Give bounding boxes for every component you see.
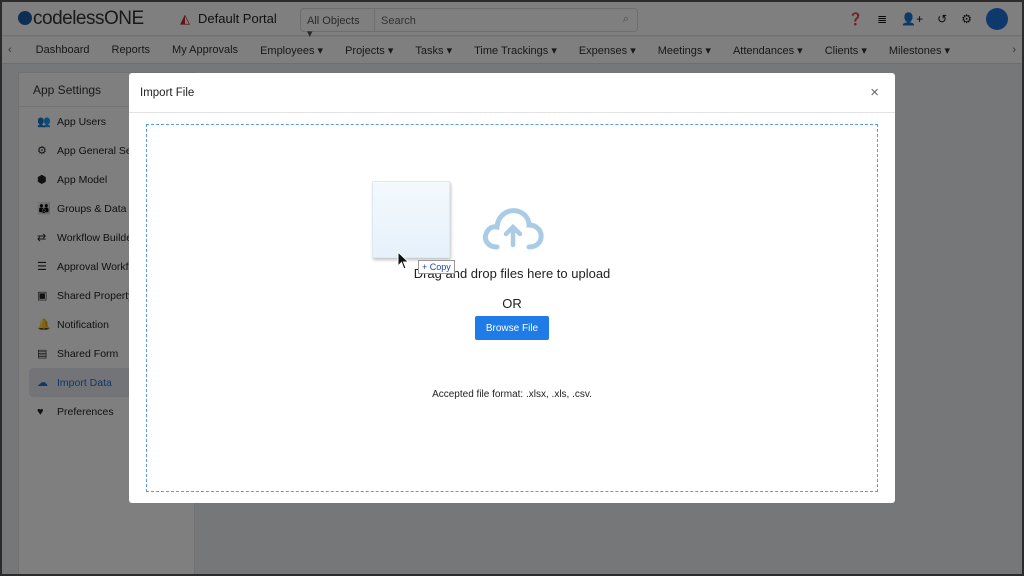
- drag-copy-badge: + Copy: [418, 260, 455, 274]
- cursor-arrow-icon: [397, 251, 410, 270]
- or-separator: OR: [502, 296, 522, 311]
- modal-header: Import File ×: [129, 73, 895, 113]
- close-icon[interactable]: ×: [870, 84, 879, 101]
- accepted-formats: Accepted file format: .xlsx, .xls, .csv.: [432, 389, 592, 400]
- app-window: codelessONE ◭Default Portal All Objects …: [2, 2, 1022, 574]
- import-file-modal: Import File × Drag and drop files here to…: [129, 73, 895, 503]
- cloud-upload-icon: [482, 208, 544, 250]
- drop-instructions: Drag and drop files here to upload: [413, 266, 611, 281]
- dragged-file-preview: [372, 181, 450, 258]
- drop-zone[interactable]: Drag and drop files here to upload OR Br…: [146, 124, 878, 492]
- browse-file-button[interactable]: Browse File: [475, 316, 549, 340]
- modal-title: Import File: [140, 87, 195, 99]
